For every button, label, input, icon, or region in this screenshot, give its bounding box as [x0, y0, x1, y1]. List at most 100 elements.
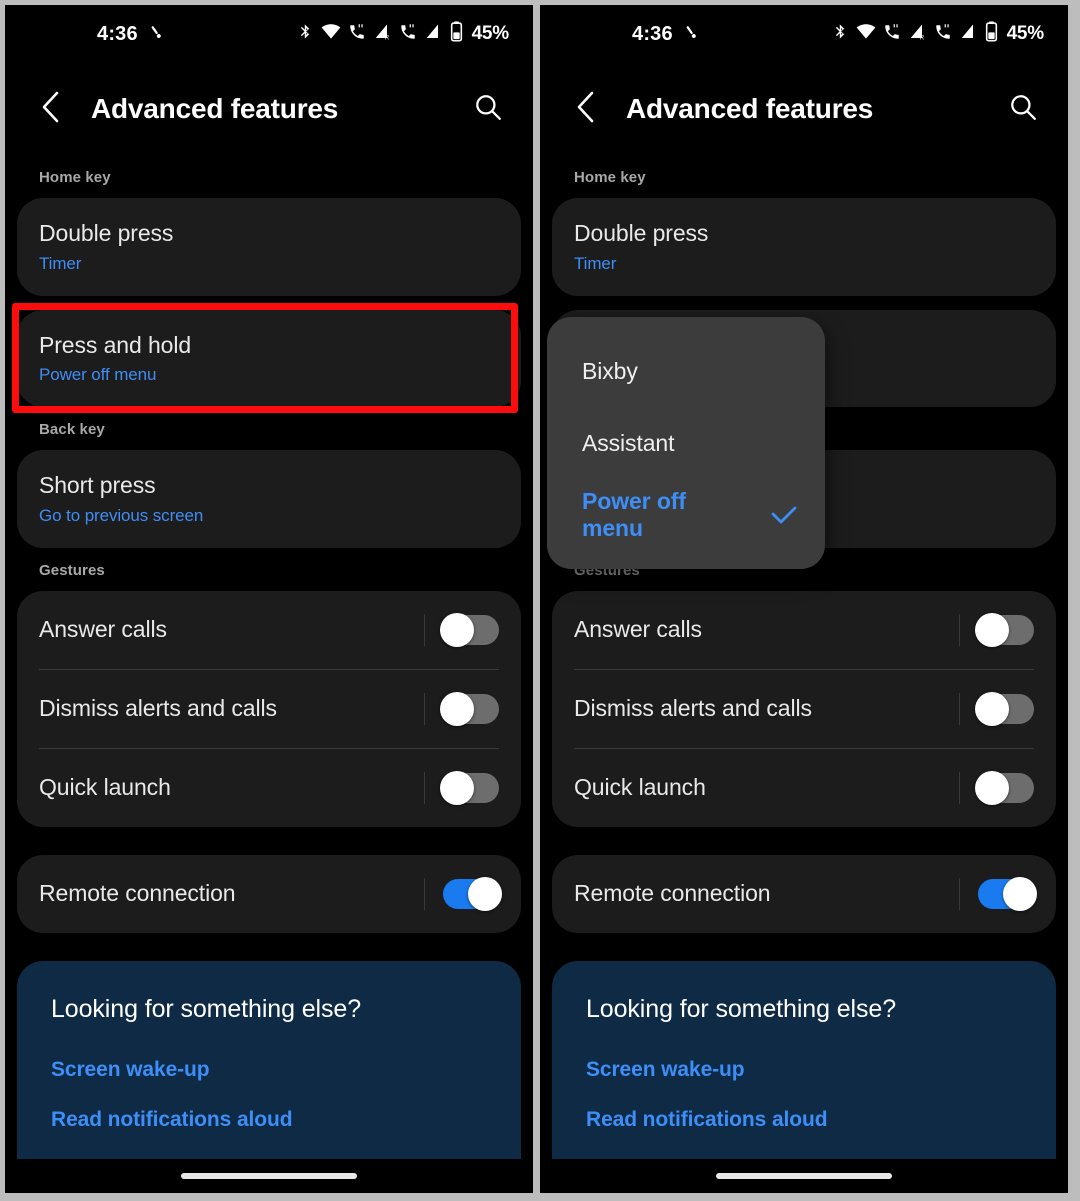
switch-dismiss-alerts[interactable] — [440, 691, 499, 726]
bluetooth-icon — [297, 22, 314, 46]
promo-link-screen-wake-up[interactable]: Screen wake-up — [51, 1058, 487, 1082]
status-bar-right: R 45% — [297, 5, 509, 63]
switch-dismiss-alerts[interactable] — [975, 691, 1034, 726]
switch-remote-connection[interactable] — [443, 876, 502, 911]
dropdown-item-power-off-menu[interactable]: Power off menu — [547, 479, 825, 551]
page-title: Advanced features — [626, 93, 874, 124]
promo-title: Looking for something else? — [586, 994, 896, 1023]
toggle-divider — [959, 692, 960, 725]
toggle-wrap — [959, 691, 1034, 726]
toggle-label: Answer calls — [39, 616, 167, 643]
pref-title: Double press — [574, 220, 709, 246]
app-bar: Advanced features — [540, 63, 1068, 155]
toggle-wrap — [959, 612, 1034, 647]
switch-quick-launch[interactable] — [975, 770, 1034, 805]
section-label-home-key: Home key — [574, 169, 646, 186]
card-gestures: Answer calls Dismiss alerts and calls Qu… — [17, 590, 521, 827]
toggle-row-quick-launch[interactable]: Quick launch — [552, 749, 1056, 827]
phone-panel-right: 4:36 R 45% Advanced features Home key Do… — [540, 5, 1068, 1193]
card-back-key: Short press Go to previous screen — [17, 450, 521, 548]
toggle-row-dismiss-alerts[interactable]: Dismiss alerts and calls — [17, 670, 521, 748]
toggle-row-remote-connection[interactable]: Remote connection — [17, 855, 521, 933]
pref-subtitle: Timer — [574, 253, 617, 273]
press-and-hold-dropdown-menu[interactable]: Bixby Assistant Power off menu — [547, 317, 825, 569]
back-button[interactable] — [566, 89, 606, 129]
settings-list: Home key Double press Timer Press and ho… — [5, 155, 533, 1193]
toggle-wrap — [959, 876, 1037, 911]
navigation-bar — [5, 1159, 533, 1193]
switch-knob — [975, 612, 1009, 647]
navigation-bar — [540, 1159, 1068, 1193]
switch-knob — [440, 770, 474, 805]
pref-subtitle: Go to previous screen — [39, 505, 204, 525]
wifi-icon — [321, 23, 341, 45]
back-button[interactable] — [31, 89, 71, 129]
card-remote-connection: Remote connection — [17, 854, 521, 933]
call-signal-icon-2 — [399, 23, 417, 46]
battery-percent-label: 45% — [1006, 23, 1045, 44]
toggle-row-remote-connection[interactable]: Remote connection — [552, 855, 1056, 933]
switch-remote-connection[interactable] — [978, 876, 1037, 911]
promo-link-screen-wake-up[interactable]: Screen wake-up — [586, 1058, 1022, 1082]
toggle-divider — [959, 771, 960, 804]
toggle-divider — [424, 771, 425, 804]
dropdown-item-bixby[interactable]: Bixby — [547, 335, 825, 407]
pref-row-press-and-hold[interactable]: Press and hold Power off menu — [17, 310, 521, 408]
search-icon — [1008, 92, 1038, 127]
chevron-left-icon — [38, 90, 64, 129]
toggle-row-answer-calls[interactable]: Answer calls — [17, 591, 521, 669]
section-label-back-key: Back key — [39, 421, 105, 439]
section-label-home-key: Home key — [39, 169, 111, 186]
pref-row-double-press[interactable]: Double press Timer — [552, 198, 1056, 296]
search-button[interactable] — [1002, 88, 1044, 130]
pref-row-double-press[interactable]: Double press Timer — [17, 198, 521, 296]
toggle-row-answer-calls[interactable]: Answer calls — [552, 591, 1056, 669]
status-clock: 4:36 — [632, 22, 673, 45]
switch-quick-launch[interactable] — [440, 770, 499, 805]
card-home-key: Double press Timer — [17, 198, 521, 296]
wifi-icon — [856, 23, 876, 45]
switch-answer-calls[interactable] — [975, 612, 1034, 647]
promo-link-read-notifications-aloud[interactable]: Read notifications aloud — [586, 1108, 1022, 1132]
switch-knob — [440, 691, 474, 726]
signal-bars-roaming-icon: R — [908, 23, 927, 46]
home-gesture-handle[interactable] — [181, 1173, 357, 1179]
promo-link-read-notifications-aloud[interactable]: Read notifications aloud — [51, 1108, 487, 1132]
toggle-divider — [424, 692, 425, 725]
toggle-row-dismiss-alerts[interactable]: Dismiss alerts and calls — [552, 670, 1056, 748]
toggle-row-quick-launch[interactable]: Quick launch — [17, 749, 521, 827]
switch-knob — [440, 612, 474, 647]
card-remote-connection: Remote connection — [552, 854, 1056, 933]
toggle-wrap — [424, 691, 499, 726]
status-bar-left: 4:36 — [97, 5, 165, 63]
toggle-divider — [959, 613, 960, 646]
search-icon — [473, 92, 503, 127]
pref-row-short-press[interactable]: Short press Go to previous screen — [17, 450, 521, 548]
check-icon — [769, 503, 799, 527]
search-button[interactable] — [467, 88, 509, 130]
toggle-wrap — [959, 770, 1034, 805]
call-signal-icon-2 — [934, 23, 952, 46]
call-signal-icon — [348, 23, 366, 46]
pref-subtitle: Timer — [39, 253, 82, 273]
home-gesture-handle[interactable] — [716, 1173, 892, 1179]
switch-answer-calls[interactable] — [440, 612, 499, 647]
battery-icon — [985, 21, 998, 47]
status-clock: 4:36 — [97, 22, 138, 45]
status-bar-left: 4:36 — [632, 5, 700, 63]
toggle-divider — [424, 877, 425, 910]
card-home-key: Double press Timer — [552, 198, 1056, 296]
chevron-left-icon — [573, 90, 599, 129]
toggle-wrap — [424, 770, 499, 805]
dropdown-item-label: Power off menu — [582, 488, 686, 541]
settings-list: Home key Double press Timer Press and ho… — [540, 155, 1068, 1193]
toggle-label: Quick launch — [39, 774, 171, 801]
pref-title: Short press — [39, 472, 156, 499]
dropdown-item-assistant[interactable]: Assistant — [547, 407, 825, 479]
status-bar-right: R 45% — [832, 5, 1044, 63]
pref-subtitle: Power off menu — [39, 365, 157, 385]
call-signal-icon — [883, 23, 901, 46]
